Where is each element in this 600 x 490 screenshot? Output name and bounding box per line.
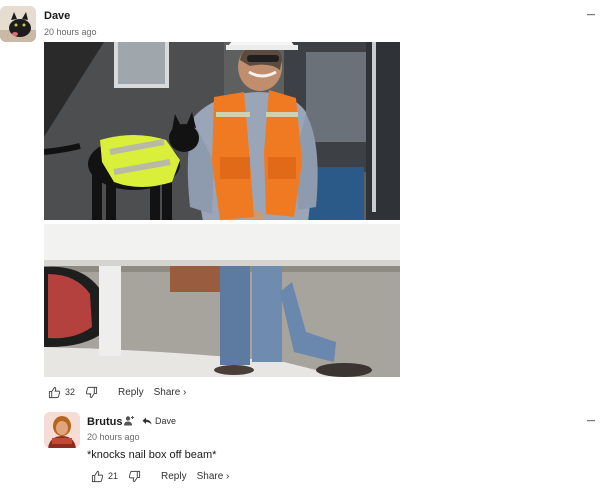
comment-actions: 32 Reply Share › bbox=[48, 382, 186, 402]
more-options-icon[interactable] bbox=[584, 416, 598, 426]
comment-image[interactable] bbox=[44, 42, 400, 377]
comment-timestamp: 20 hours ago bbox=[44, 27, 97, 37]
user-plus-icon[interactable] bbox=[123, 414, 135, 432]
reply-button[interactable]: Reply bbox=[161, 471, 187, 482]
reply-arrow-icon bbox=[142, 417, 152, 425]
comment-author[interactable]: Brutus bbox=[87, 416, 122, 428]
like-count: 32 bbox=[65, 387, 76, 397]
reply-to-link[interactable]: Dave bbox=[142, 416, 176, 426]
cat-avatar-image bbox=[0, 6, 36, 42]
avatar[interactable] bbox=[0, 6, 36, 42]
thumbs-up-icon[interactable] bbox=[91, 470, 104, 483]
comment-actions: 21 Reply Share › bbox=[91, 466, 229, 486]
share-button[interactable]: Share › bbox=[154, 387, 187, 398]
reply-button[interactable]: Reply bbox=[118, 387, 144, 398]
share-button[interactable]: Share › bbox=[197, 471, 230, 482]
more-options-icon[interactable] bbox=[584, 10, 598, 20]
thumbs-down-icon[interactable] bbox=[85, 386, 98, 399]
person-avatar-image bbox=[44, 412, 80, 448]
cat-and-worker-photo bbox=[44, 42, 400, 377]
avatar[interactable] bbox=[44, 412, 80, 448]
like-count: 21 bbox=[108, 471, 119, 481]
comment-timestamp: 20 hours ago bbox=[87, 432, 140, 442]
comment-text: *knocks nail box off beam* bbox=[87, 449, 217, 461]
thumbs-up-icon[interactable] bbox=[48, 386, 61, 399]
thumbs-down-icon[interactable] bbox=[128, 470, 141, 483]
comment-author[interactable]: Dave bbox=[44, 10, 70, 22]
reply-to-name: Dave bbox=[155, 416, 177, 426]
